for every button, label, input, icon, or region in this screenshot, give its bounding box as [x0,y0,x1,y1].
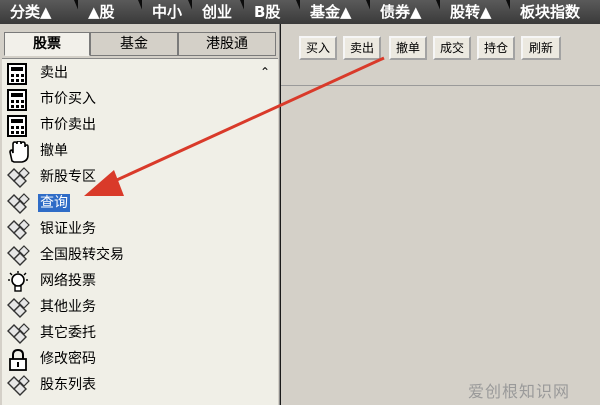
tab-sector-index[interactable]: 板块指数 [510,0,600,24]
menu-item-label: 查询 [38,194,70,212]
diamond-icon [6,167,30,189]
menu-item-online-voting[interactable]: 网络投票 [6,269,256,295]
diamond-icon [6,297,30,319]
menu-item-market-buy[interactable]: 市价买入 [6,87,256,113]
tab-a-shares[interactable]: ▲股 [78,0,148,24]
menu-item-sell[interactable]: 卖出 [6,61,256,87]
menu-item-shareholder-list[interactable]: 股东列表 [6,373,256,399]
calculator-icon [6,63,30,85]
menu-item-query[interactable]: 查询 [6,191,256,217]
scroll-up-icon[interactable]: ⌃ [260,65,270,79]
menu-item-change-password[interactable]: 修改密码 [6,347,256,373]
tab-share-transfer[interactable]: 股转▲ [440,0,516,24]
tab-hk-connect[interactable]: 港股通 [178,32,276,56]
tab-category[interactable]: 分类▲ [0,0,84,24]
menu-item-label: 其它委托 [40,325,96,341]
diamond-icon [6,245,30,267]
menu-item-bank-securities[interactable]: 银证业务 [6,217,256,243]
tab-b-shares[interactable]: B股 [244,0,306,24]
order-toolbar: 买入 卖出 撤单 成交 持仓 刷新 [281,24,600,86]
tab-bond[interactable]: 债券▲ [370,0,446,24]
sell-button[interactable]: 卖出 [343,36,381,60]
positions-button[interactable]: 持仓 [477,36,515,60]
refresh-button[interactable]: 刷新 [521,36,561,60]
menu-item-label: 市价买入 [40,91,96,107]
watermark: 爱创根知识网 [468,382,571,401]
menu-item-label: 撤单 [40,143,68,159]
menu-item-neeq-trading[interactable]: 全国股转交易 [6,243,256,269]
trades-button[interactable]: 成交 [433,36,471,60]
tab-sme[interactable]: 中小 [142,0,198,24]
tab-chinext[interactable]: 创业 [192,0,250,24]
menu-item-other-business[interactable]: 其他业务 [6,295,256,321]
tab-fund[interactable]: 基金▲ [300,0,376,24]
menu-item-label: 股东列表 [40,377,96,393]
menu-item-label: 市价卖出 [40,117,96,133]
lightbulb-icon [6,271,30,293]
panel-tabs: 股票 基金 港股通 [4,32,276,56]
menu-item-cancel-order[interactable]: 撤单 [6,139,256,165]
function-menu: ⌃ 卖出 市价买入 市价卖出 撤单 新股专区 查询 银证业务 全国股转交易 网络… [2,58,278,405]
tab-funds[interactable]: 基金 [90,32,178,56]
lock-icon [6,348,30,371]
menu-item-label: 修改密码 [40,351,96,367]
menu-item-market-sell[interactable]: 市价卖出 [6,113,256,139]
trading-function-panel: 股票 基金 港股通 ⌃ 卖出 市价买入 市价卖出 撤单 新股专区 查询 银证业务… [0,24,280,405]
menu-item-ipo-zone[interactable]: 新股专区 [6,165,256,191]
menu-item-label: 卖出 [40,65,68,81]
workspace-area [281,86,600,405]
buy-button[interactable]: 买入 [299,36,337,60]
hand-icon [6,140,30,163]
tab-stocks[interactable]: 股票 [4,32,90,56]
menu-item-label: 全国股转交易 [40,247,124,263]
menu-item-label: 新股专区 [40,169,96,185]
category-tab-strip: 分类▲ ▲股 中小 创业 B股 基金▲ 债券▲ 股转▲ 板块指数 [0,0,600,24]
diamond-icon [6,193,30,215]
menu-item-other-orders[interactable]: 其它委托 [6,321,256,347]
diamond-icon [6,323,30,345]
menu-item-label: 银证业务 [40,221,96,237]
menu-item-label: 其他业务 [40,299,96,315]
calculator-icon [6,89,30,111]
diamond-icon [6,219,30,241]
calculator-icon [6,115,30,137]
cancel-order-button[interactable]: 撤单 [389,36,427,60]
menu-item-label: 网络投票 [40,273,96,289]
trading-workspace-panel: 买入 卖出 撤单 成交 持仓 刷新 [281,24,600,405]
diamond-icon [6,375,30,397]
